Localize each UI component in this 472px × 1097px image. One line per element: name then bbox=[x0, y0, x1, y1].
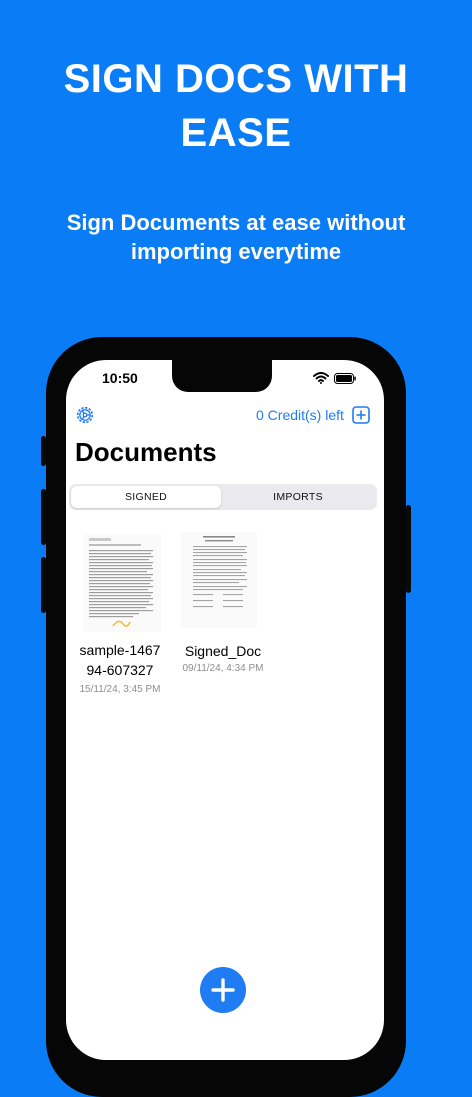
subtitle-line-1: Sign Documents at ease without bbox=[66, 210, 406, 235]
volume-down-button bbox=[41, 557, 46, 613]
status-time: 10:50 bbox=[102, 370, 138, 386]
document-name[interactable]: Signed_Doc bbox=[175, 641, 271, 661]
document-preview-image bbox=[89, 538, 153, 627]
segmented-control: SIGNED IMPORTS bbox=[69, 484, 377, 510]
document-thumbnail[interactable] bbox=[181, 532, 257, 628]
document-thumbnail[interactable] bbox=[83, 534, 161, 632]
page-title: Documents bbox=[75, 437, 217, 467]
wifi-icon bbox=[313, 372, 329, 384]
headline-line-2: EASE bbox=[180, 111, 292, 155]
document-date: 09/11/24, 4:34 PM bbox=[182, 663, 264, 674]
subtitle-line-2: importing everytime bbox=[130, 239, 342, 264]
plus-square-icon[interactable] bbox=[352, 406, 370, 424]
document-name-line-1: Signed_Doc bbox=[184, 643, 262, 659]
power-button bbox=[406, 505, 411, 593]
volume-up-button bbox=[41, 489, 46, 545]
battery-icon bbox=[334, 373, 356, 384]
promo-headline: SIGN DOCS WITH EASE bbox=[0, 52, 472, 160]
document-name[interactable]: sample-1467 94-607327 bbox=[70, 640, 170, 680]
document-preview-image bbox=[193, 536, 247, 608]
gear-icon[interactable] bbox=[75, 405, 95, 425]
tab-signed[interactable]: SIGNED bbox=[71, 486, 221, 508]
document-name-line-1: sample-1467 bbox=[79, 642, 161, 658]
promo-subtitle: Sign Documents at ease without importing… bbox=[40, 208, 432, 266]
document-name-line-2: 94-607327 bbox=[86, 662, 154, 678]
notch bbox=[172, 360, 272, 392]
add-document-button[interactable] bbox=[200, 967, 246, 1013]
document-date: 15/11/24, 3:45 PM bbox=[79, 684, 161, 695]
credits-label[interactable]: 0 Credit(s) left bbox=[256, 407, 344, 423]
plus-icon bbox=[211, 978, 235, 1002]
tab-imports[interactable]: IMPORTS bbox=[223, 486, 373, 508]
mute-switch bbox=[41, 436, 46, 466]
headline-line-1: SIGN DOCS WITH bbox=[63, 57, 409, 101]
